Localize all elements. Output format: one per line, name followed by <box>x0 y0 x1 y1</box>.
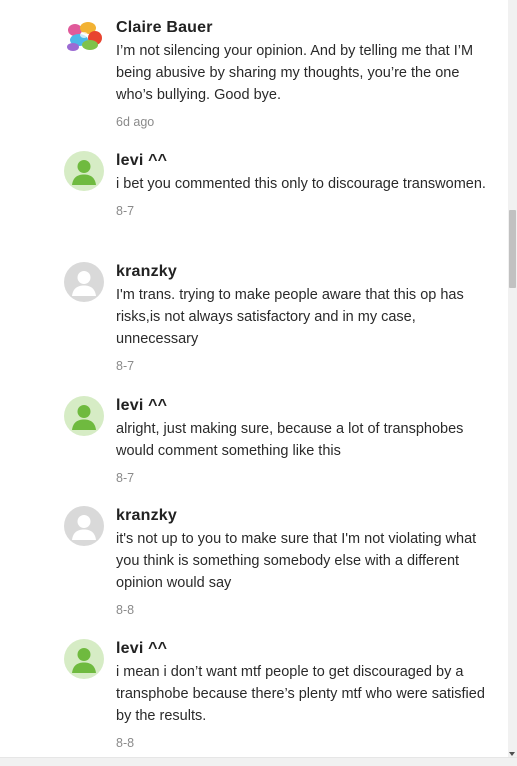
comment-author[interactable]: Claire Bauer <box>116 17 486 39</box>
comment-text: it's not up to you to make sure that I'm… <box>116 531 477 591</box>
comment-timestamp: 6d ago <box>116 115 155 129</box>
comment-author[interactable]: levi ^^ <box>116 638 486 660</box>
avatar[interactable] <box>64 151 104 191</box>
horizontal-scrollbar[interactable] <box>0 757 517 766</box>
default-user-icon <box>72 405 96 430</box>
comment-timestamp: 8-8 <box>116 603 135 617</box>
avatar[interactable] <box>64 506 104 546</box>
comment-timestamp: 8-7 <box>116 471 135 485</box>
comment-author[interactable]: levi ^^ <box>116 150 486 172</box>
comment-text: i bet you commented this only to discour… <box>116 176 486 192</box>
colorful-photo-avatar-icon <box>64 18 104 58</box>
vertical-scrollbar[interactable] <box>508 0 517 758</box>
avatar[interactable] <box>64 396 104 436</box>
default-user-icon <box>72 648 96 673</box>
comment-timestamp: 8-7 <box>116 204 135 218</box>
comment-list: Claire Bauer I’m not silencing your opin… <box>0 0 508 758</box>
comment-text: I’m not silencing your opinion. And by t… <box>116 43 474 103</box>
comment-timestamp: 8-8 <box>116 736 135 750</box>
default-user-icon <box>72 271 96 296</box>
scrollbar-thumb[interactable] <box>509 210 516 288</box>
comment-text: alright, just making sure, because a lot… <box>116 421 464 459</box>
avatar[interactable] <box>64 262 104 302</box>
avatar[interactable] <box>64 639 104 679</box>
comment-author[interactable]: kranzky <box>116 261 486 283</box>
comment-timestamp: 8-7 <box>116 359 135 373</box>
default-user-icon <box>72 515 96 540</box>
comment-text: i mean i don’t want mtf people to get di… <box>116 664 485 724</box>
comment-author[interactable]: levi ^^ <box>116 395 486 417</box>
comment-author[interactable]: kranzky <box>116 505 486 527</box>
comment-text: I'm trans. trying to make people aware t… <box>116 287 464 347</box>
default-user-icon <box>72 160 96 185</box>
scroll-down-arrow-icon[interactable] <box>509 752 515 756</box>
avatar[interactable] <box>64 18 104 58</box>
